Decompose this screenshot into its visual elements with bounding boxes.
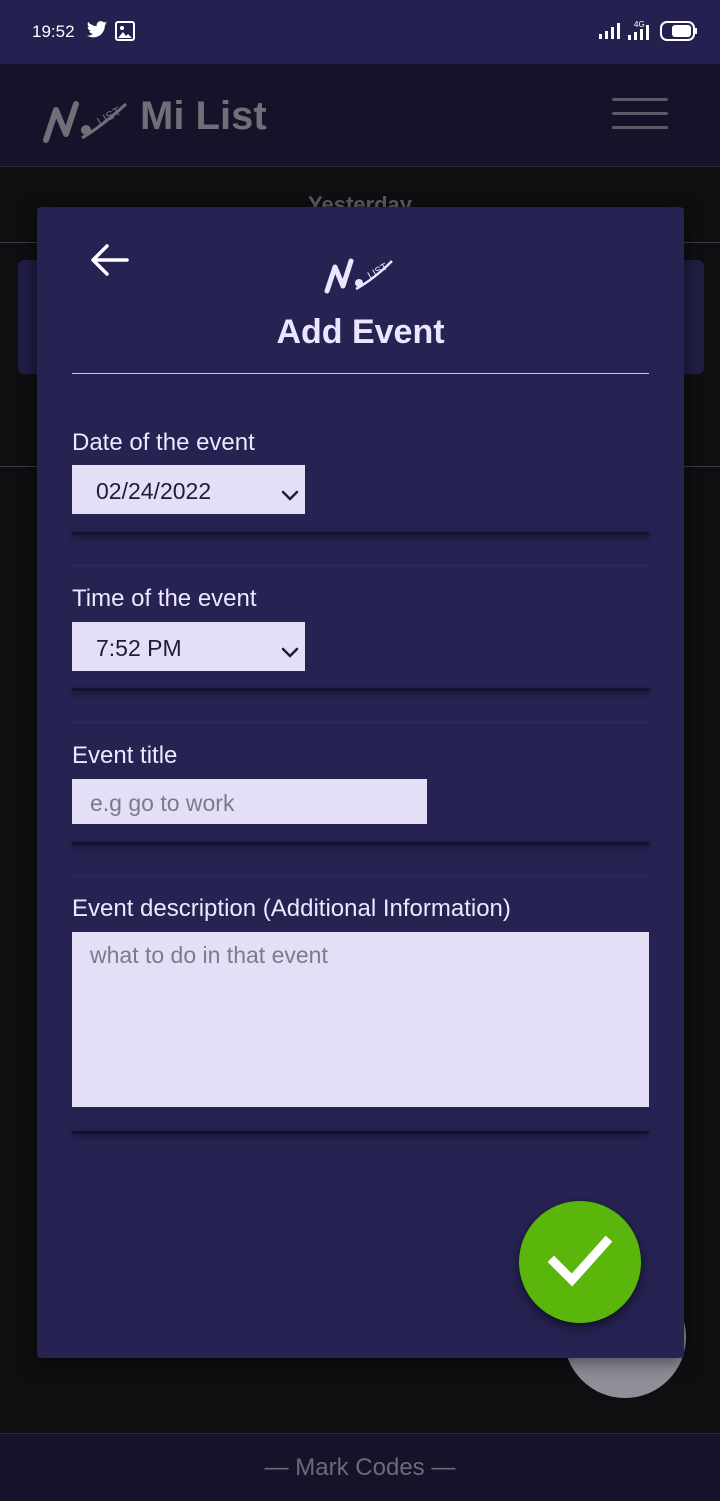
confirm-button[interactable] [519, 1201, 641, 1323]
status-time: 19:52 [32, 22, 75, 41]
footer: — Mark Codes — [0, 1433, 720, 1501]
date-value: 02/24/2022 [96, 478, 212, 504]
back-arrow-icon[interactable] [89, 243, 129, 282]
field-separator [72, 565, 649, 566]
time-label: Time of the event [72, 585, 257, 612]
field-separator [72, 875, 649, 876]
app-title: Mi List [140, 94, 267, 138]
svg-text:LIST: LIST [366, 262, 390, 282]
signal-4g-icon: 4G [626, 20, 654, 47]
app-logo-icon: LIST [42, 96, 130, 151]
date-select[interactable]: 02/24/2022 [72, 465, 305, 514]
modal-logo-icon: LIST [324, 255, 396, 300]
title-divider [72, 373, 649, 374]
chevron-down-icon [281, 638, 299, 665]
menu-line-icon [612, 126, 668, 129]
status-bar: 19:52 4G [0, 0, 720, 64]
menu-line-icon [612, 98, 668, 101]
event-description-label: Event description (Additional Informatio… [72, 895, 511, 922]
event-title-label: Event title [72, 742, 178, 769]
event-title-input[interactable]: e.g go to work [72, 779, 427, 824]
dialog-title: Add Event [276, 313, 445, 351]
field-divider [72, 1131, 649, 1134]
field-divider [72, 532, 649, 535]
time-value: 7:52 PM [96, 635, 182, 661]
date-label: Date of the event [72, 429, 255, 456]
hamburger-menu-button[interactable] [612, 98, 668, 132]
svg-text:4G: 4G [634, 20, 645, 29]
menu-line-icon [612, 112, 668, 115]
field-separator [72, 722, 649, 723]
signal-icon [598, 20, 622, 45]
time-select[interactable]: 7:52 PM [72, 622, 305, 671]
chevron-down-icon [281, 481, 299, 508]
field-divider [72, 688, 649, 691]
event-description-textarea[interactable]: what to do in that event [72, 932, 649, 1107]
add-event-dialog: LIST Add Event Date of the event 02/24/2… [37, 207, 684, 1358]
field-divider [72, 842, 649, 845]
gallery-icon [114, 20, 136, 47]
svg-text:LIST: LIST [95, 103, 125, 128]
twitter-icon [86, 20, 108, 45]
battery-icon [660, 20, 698, 47]
